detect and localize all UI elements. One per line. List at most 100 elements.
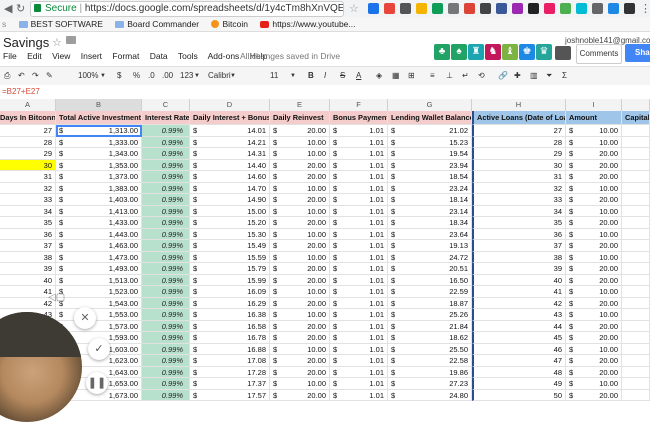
cell-bonus[interactable]: $1.01 (330, 263, 388, 275)
addon-icon[interactable]: ♜ (468, 44, 484, 60)
header-cell[interactable]: Interest Rate (142, 111, 190, 125)
cell-bonus[interactable]: $1.01 (330, 182, 388, 194)
undo-icon[interactable]: ↶ (18, 67, 25, 85)
cell-interest[interactable]: $15.00 (190, 205, 270, 217)
italic-button[interactable]: I (324, 67, 326, 85)
cell-balance[interactable]: $18.14 (388, 194, 472, 206)
cell-empty[interactable] (622, 366, 650, 378)
cell-rate[interactable]: 0.99% (142, 194, 190, 206)
column-header-h[interactable]: H (472, 99, 566, 111)
menu-tools[interactable]: Tools (178, 51, 198, 61)
cell-amount[interactable]: $10.00 (566, 378, 622, 390)
camera-icon[interactable]: ◁▢ (48, 292, 65, 303)
cell-rate[interactable]: 0.99% (142, 205, 190, 217)
check-icon[interactable]: ✓ (88, 338, 110, 360)
cell-balance[interactable]: $23.64 (388, 228, 472, 240)
cell-bonus[interactable]: $1.01 (330, 240, 388, 252)
cell-reinvest[interactable]: $10.00 (270, 309, 330, 321)
extension-icon[interactable] (528, 3, 539, 14)
cell-rate[interactable]: 0.99% (142, 171, 190, 183)
cell-empty[interactable] (622, 274, 650, 286)
cell-balance[interactable]: $15.23 (388, 136, 472, 148)
cell-bonus[interactable]: $1.01 (330, 297, 388, 309)
cell-bonus[interactable]: $1.01 (330, 378, 388, 390)
addon-icon[interactable]: ♚ (519, 44, 535, 60)
cell-loan[interactable]: 46 (472, 343, 566, 355)
column-header-j[interactable] (622, 99, 650, 111)
cell-loan[interactable]: 33 (472, 194, 566, 206)
cell-loan[interactable]: 39 (472, 263, 566, 275)
cell-investment-selected[interactable]: $1,313.00 (56, 125, 142, 137)
cell-amount[interactable]: $10.00 (566, 125, 622, 137)
cell-loan[interactable]: 34 (472, 205, 566, 217)
wrap-icon[interactable]: ↵ (462, 67, 469, 85)
cell-reinvest[interactable]: $20.00 (270, 274, 330, 286)
pause-icon[interactable]: ❚❚ (86, 372, 108, 394)
formula-text[interactable]: =B27+E27 (2, 85, 40, 99)
cell-day[interactable]: 29 (0, 148, 56, 160)
cell-interest[interactable]: $16.88 (190, 343, 270, 355)
cell-amount[interactable]: $20.00 (566, 240, 622, 252)
cell-interest[interactable]: $14.31 (190, 148, 270, 160)
cell-loan[interactable]: 38 (472, 251, 566, 263)
print-icon[interactable]: ⎙ (4, 67, 10, 85)
cell-amount[interactable]: $20.00 (566, 159, 622, 171)
cell-interest[interactable]: $15.59 (190, 251, 270, 263)
cell-balance[interactable]: $18.54 (388, 171, 472, 183)
cell-investment[interactable]: $1,443.00 (56, 228, 142, 240)
cell-rate[interactable]: 0.99% (142, 366, 190, 378)
fill-color-icon[interactable]: ◈ (376, 67, 382, 85)
column-header-e[interactable]: E (270, 99, 330, 111)
cell-rate[interactable]: 0.99% (142, 297, 190, 309)
cell-rate[interactable]: 0.99% (142, 389, 190, 401)
cell-day[interactable]: 32 (0, 182, 56, 194)
column-header-b[interactable]: B (56, 99, 142, 111)
save-status[interactable]: All changes saved in Drive (240, 51, 340, 61)
cell-bonus[interactable]: $1.01 (330, 320, 388, 332)
cell-interest[interactable]: $15.30 (190, 228, 270, 240)
cell-investment[interactable]: $1,513.00 (56, 274, 142, 286)
addon-icon[interactable]: ♣ (434, 44, 450, 60)
bookmark-item[interactable]: Bitcoin (211, 17, 248, 31)
cell-reinvest[interactable]: $10.00 (270, 228, 330, 240)
back-icon[interactable]: ◀ (4, 2, 12, 15)
align-icon[interactable]: ≡ (430, 67, 435, 85)
header-cell[interactable]: Daily Interest + Bonus (190, 111, 270, 125)
document-title[interactable]: Savings (3, 35, 49, 50)
cell-rate[interactable]: 0.99% (142, 148, 190, 160)
menu-addons[interactable]: Add-ons (208, 51, 240, 61)
cell-empty[interactable] (622, 148, 650, 160)
cell-interest[interactable]: $16.78 (190, 332, 270, 344)
cell-balance[interactable]: $22.58 (388, 355, 472, 367)
cell-reinvest[interactable]: $20.00 (270, 389, 330, 401)
cell-rate[interactable]: 0.99% (142, 159, 190, 171)
cell-loan[interactable]: 30 (472, 159, 566, 171)
cell-empty[interactable] (622, 251, 650, 263)
cell-interest[interactable]: $15.99 (190, 274, 270, 286)
zoom-select[interactable]: 100% (78, 67, 98, 85)
menu-format[interactable]: Format (112, 51, 139, 61)
cell-balance[interactable]: $25.50 (388, 343, 472, 355)
cell-loan[interactable]: 45 (472, 332, 566, 344)
cell-amount[interactable]: $20.00 (566, 148, 622, 160)
font-select[interactable]: Calibri (208, 67, 231, 85)
addon-icon[interactable]: ♝ (502, 44, 518, 60)
cell-loan[interactable]: 50 (472, 389, 566, 401)
cell-investment[interactable]: $1,463.00 (56, 240, 142, 252)
cell-empty[interactable] (622, 263, 650, 275)
cell-amount[interactable]: $20.00 (566, 389, 622, 401)
extension-icon[interactable] (608, 3, 619, 14)
cell-reinvest[interactable]: $20.00 (270, 171, 330, 183)
cell-amount[interactable]: $10.00 (566, 309, 622, 321)
merge-cells-icon[interactable]: ⊞ (408, 67, 415, 85)
cell-loan[interactable]: 43 (472, 309, 566, 321)
cell-empty[interactable] (622, 125, 650, 137)
more-formats-button[interactable]: 123 (180, 67, 193, 85)
cell-interest[interactable]: $16.58 (190, 320, 270, 332)
cell-amount[interactable]: $10.00 (566, 251, 622, 263)
cell-rate[interactable]: 0.99% (142, 332, 190, 344)
cell-amount[interactable]: $10.00 (566, 136, 622, 148)
extension-icon[interactable] (480, 3, 491, 14)
header-cell[interactable]: Daily Reinvest (270, 111, 330, 125)
cell-empty[interactable] (622, 332, 650, 344)
